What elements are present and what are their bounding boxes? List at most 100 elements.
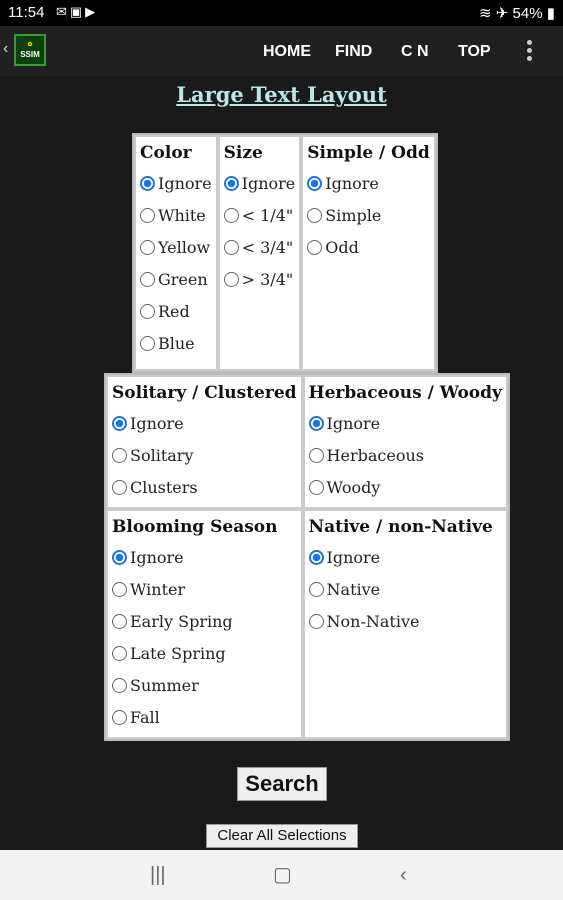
recents-icon[interactable]: ||| <box>150 864 166 887</box>
radio-fall[interactable]: Fall <box>112 701 297 733</box>
option-label: Solitary <box>130 445 194 465</box>
option-label: > 3/4" <box>241 269 294 289</box>
option-label: Simple <box>325 205 382 225</box>
nav-top[interactable]: TOP <box>458 43 491 61</box>
radio-clusters[interactable]: Clusters <box>112 471 297 503</box>
option-label: Red <box>158 301 190 321</box>
radio-button[interactable] <box>140 207 155 223</box>
radio-simple-ignore[interactable]: Ignore <box>307 167 430 199</box>
option-label: < 3/4" <box>241 237 294 257</box>
radio-late-spring[interactable]: Late Spring <box>112 637 297 669</box>
option-label: Blue <box>158 333 195 353</box>
option-label: < 1/4" <box>241 205 294 225</box>
radio-button[interactable] <box>308 415 324 431</box>
option-label: Ignore <box>326 547 381 567</box>
group-title: Color <box>140 143 192 163</box>
radio-button[interactable] <box>307 239 323 255</box>
option-label: White <box>158 205 206 225</box>
radio-button[interactable] <box>223 239 239 255</box>
radio-button[interactable] <box>112 549 127 565</box>
radio-size-ignore[interactable]: Ignore <box>223 167 295 199</box>
status-time: 11:54 <box>8 4 45 21</box>
radio-color-ignore[interactable]: Ignore <box>140 167 212 199</box>
radio-solitary-ignore[interactable]: Ignore <box>112 407 297 439</box>
radio-size-large[interactable]: > 3/4" <box>223 263 296 295</box>
radio-button[interactable] <box>112 677 127 693</box>
radio-color-yellow[interactable]: Yellow <box>140 231 212 263</box>
battery-level: 54% <box>512 5 543 22</box>
option-label: Ignore <box>325 173 379 193</box>
radio-woody[interactable]: Woody <box>308 471 502 503</box>
radio-non-native[interactable]: Non-Native <box>308 605 502 637</box>
radio-color-blue[interactable]: Blue <box>140 327 212 359</box>
radio-size-three-quarter[interactable]: < 3/4" <box>223 231 296 263</box>
nav-find[interactable]: FIND <box>335 43 372 61</box>
group-blooming-season: Blooming Season Ignore Winter Early Spri… <box>106 509 303 739</box>
group-size: Size Ignore < 1/4" < 3/4" > 3/4" <box>217 135 302 371</box>
option-label: Herbaceous <box>326 445 424 465</box>
radio-simple[interactable]: Simple <box>307 199 430 231</box>
clear-selections-button[interactable]: Clear All Selections <box>206 824 358 848</box>
radio-solitary[interactable]: Solitary <box>112 439 297 471</box>
radio-button[interactable] <box>112 479 127 495</box>
option-label: Late Spring <box>130 643 226 663</box>
search-button[interactable]: Search <box>237 767 327 801</box>
radio-button[interactable] <box>140 175 155 191</box>
radio-button[interactable] <box>140 335 155 351</box>
nav-cn[interactable]: C N <box>401 43 429 61</box>
radio-button[interactable] <box>308 549 324 565</box>
radio-color-green[interactable]: Green <box>140 263 212 295</box>
back-icon[interactable]: ‹ <box>400 864 407 887</box>
radio-button[interactable] <box>223 207 239 223</box>
radio-button[interactable] <box>308 479 324 495</box>
radio-herbaceous[interactable]: Herbaceous <box>308 439 502 471</box>
option-label: Early Spring <box>130 611 233 631</box>
group-title: Herbaceous / Woody <box>308 383 502 403</box>
radio-button[interactable] <box>140 303 155 319</box>
radio-color-red[interactable]: Red <box>140 295 212 327</box>
filter-table-top: Color Ignore White Yellow Green Red Blue… <box>132 133 438 373</box>
home-icon[interactable]: ▢ <box>273 862 292 887</box>
radio-button[interactable] <box>223 175 239 191</box>
radio-button[interactable] <box>308 581 324 597</box>
radio-button[interactable] <box>112 645 127 661</box>
radio-button[interactable] <box>307 175 323 191</box>
radio-button[interactable] <box>307 207 323 223</box>
system-nav-bar: ||| ▢ ‹ <box>0 850 563 900</box>
radio-season-ignore[interactable]: Ignore <box>112 541 297 573</box>
radio-color-white[interactable]: White <box>140 199 212 231</box>
radio-button[interactable] <box>140 239 155 255</box>
radio-odd[interactable]: Odd <box>307 231 430 263</box>
option-label: Summer <box>130 675 199 695</box>
nav-home[interactable]: HOME <box>263 43 311 61</box>
radio-summer[interactable]: Summer <box>112 669 297 701</box>
radio-button[interactable] <box>112 581 127 597</box>
radio-button[interactable] <box>223 271 239 287</box>
app-bar: ‹ ✿ SSIM HOME FIND C N TOP <box>0 26 563 76</box>
overflow-menu-icon[interactable] <box>527 40 533 62</box>
radio-native[interactable]: Native <box>308 573 502 605</box>
page-title[interactable]: Large Text Layout <box>0 82 563 107</box>
radio-button[interactable] <box>112 709 127 725</box>
radio-button[interactable] <box>308 613 324 629</box>
radio-button[interactable] <box>112 415 127 431</box>
radio-button[interactable] <box>308 447 324 463</box>
option-label: Ignore <box>158 173 212 193</box>
radio-button[interactable] <box>112 613 127 629</box>
wifi-icon: ≋ <box>479 5 492 22</box>
option-label: Winter <box>130 579 186 599</box>
back-chevron-icon[interactable]: ‹ <box>3 40 8 58</box>
radio-button[interactable] <box>112 447 127 463</box>
filter-table-bottom: Solitary / Clustered Ignore Solitary Clu… <box>104 373 510 741</box>
radio-early-spring[interactable]: Early Spring <box>112 605 297 637</box>
radio-herb-ignore[interactable]: Ignore <box>308 407 502 439</box>
radio-button[interactable] <box>140 271 155 287</box>
radio-native-ignore[interactable]: Ignore <box>308 541 502 573</box>
radio-winter[interactable]: Winter <box>112 573 297 605</box>
group-title: Solitary / Clustered <box>112 383 297 403</box>
option-label: Clusters <box>130 477 198 497</box>
radio-size-quarter[interactable]: < 1/4" <box>223 199 296 231</box>
battery-icon: ▮ <box>546 5 555 22</box>
notification-icons: ✉▣▶ <box>56 4 99 19</box>
app-logo[interactable]: ✿ SSIM <box>14 34 46 66</box>
